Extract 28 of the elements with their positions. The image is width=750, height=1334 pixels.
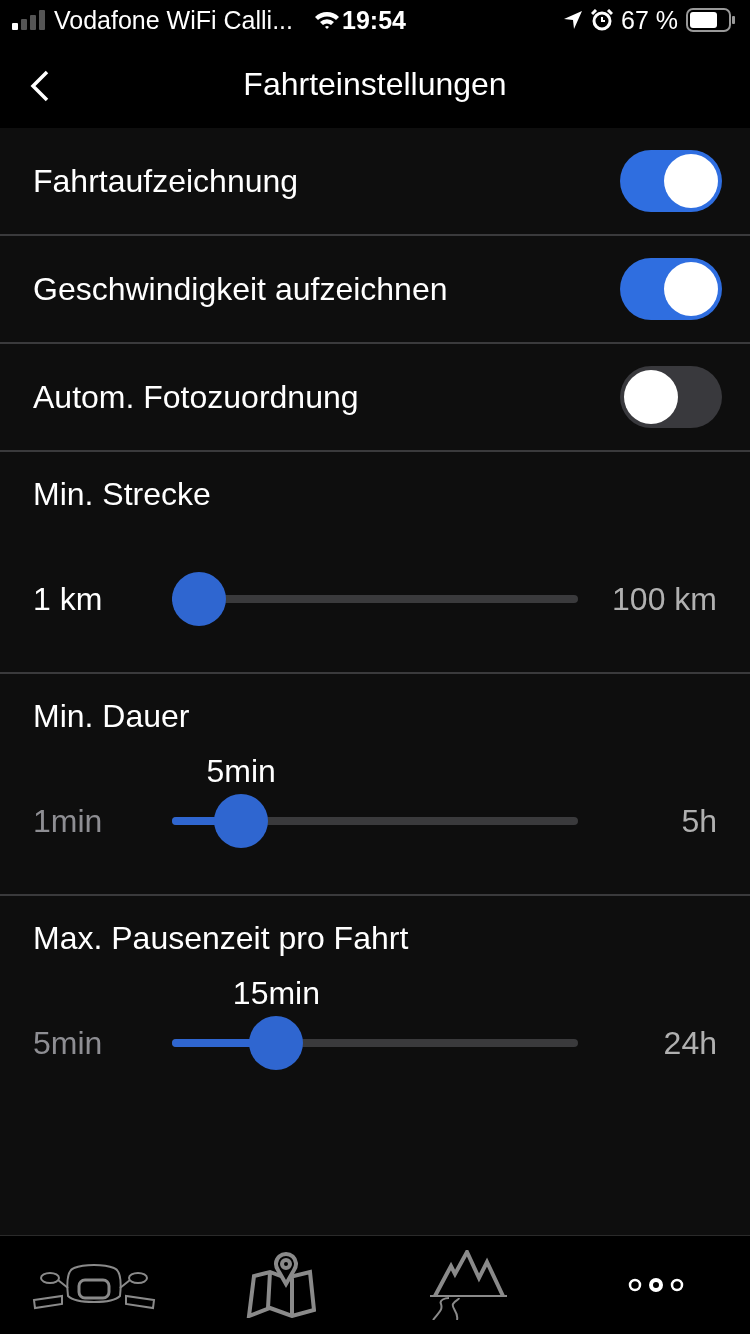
slider-max-label: 24h bbox=[662, 1024, 717, 1062]
slider-max-label: 5h bbox=[680, 802, 717, 840]
signal-icon bbox=[12, 10, 46, 30]
carrier-name: Vodafone WiFi Calli... bbox=[54, 5, 293, 35]
slider-max-label: 100 km bbox=[611, 580, 717, 618]
setting-label: Min. Strecke bbox=[33, 476, 212, 513]
mountain-road-icon bbox=[428, 1250, 509, 1320]
slider-value: 5min bbox=[206, 753, 276, 790]
battery-percent: 67 % bbox=[621, 5, 678, 35]
setting-label: Geschwindigkeit aufzeichnen bbox=[33, 270, 448, 308]
slider-value: 15min bbox=[232, 975, 320, 1012]
map-pin-icon bbox=[246, 1252, 317, 1318]
alarm-clock-icon bbox=[591, 9, 613, 31]
setting-label: Autom. Fotozuordnung bbox=[33, 378, 359, 416]
back-chevron-icon bbox=[30, 70, 50, 102]
clock-time: 19:54 bbox=[342, 5, 406, 35]
screen-title: Fahrteinstellungen bbox=[243, 65, 507, 103]
slider-thumb[interactable] bbox=[172, 572, 226, 626]
slider-min-label: 5min bbox=[33, 1024, 104, 1062]
battery-icon bbox=[686, 8, 736, 32]
setting-label: Min. Dauer bbox=[33, 698, 191, 735]
wifi-icon bbox=[313, 10, 341, 30]
setting-label: Max. Pausenzeit pro Fahrt bbox=[33, 920, 410, 957]
slider-min-label: 1 km bbox=[33, 580, 104, 618]
slider-min-label: 1min bbox=[33, 802, 104, 840]
location-arrow-icon bbox=[563, 10, 583, 30]
more-icon bbox=[628, 1276, 685, 1294]
setting-label: Fahrtaufzeichnung bbox=[33, 162, 299, 200]
